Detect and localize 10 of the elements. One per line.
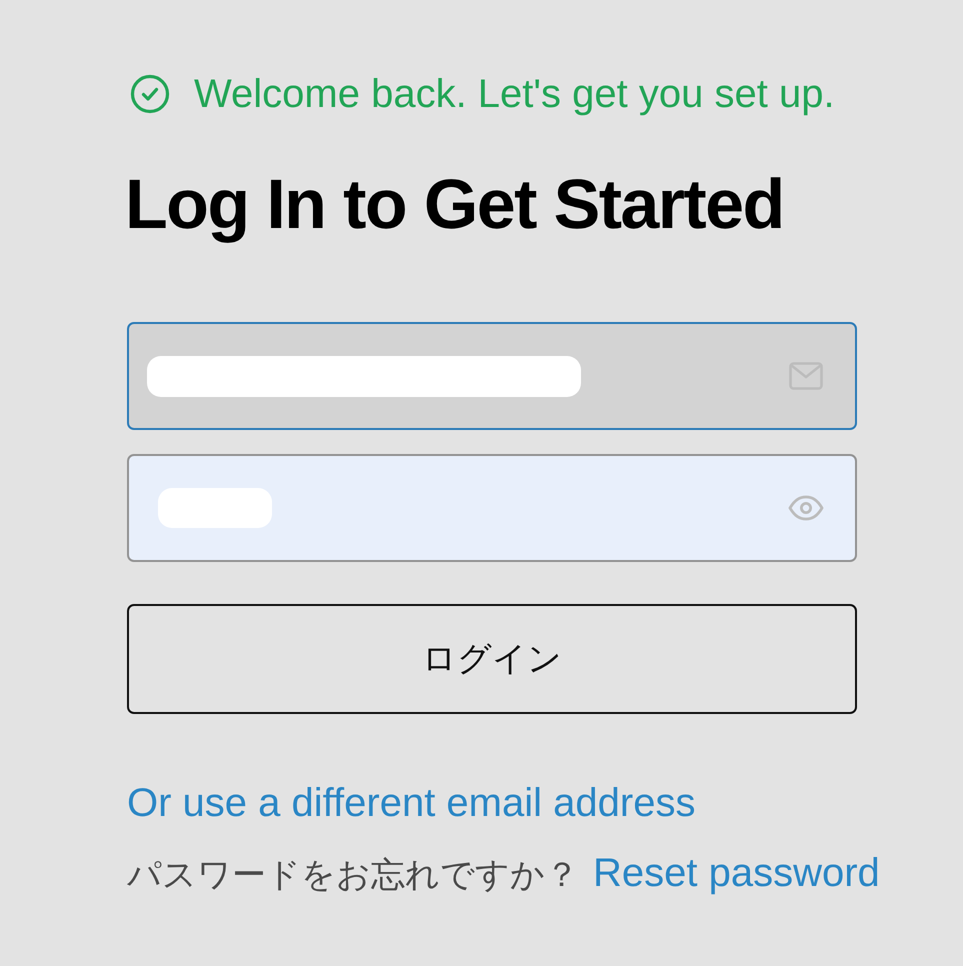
password-field[interactable] (127, 454, 857, 562)
email-field[interactable] (127, 322, 857, 430)
welcome-message: Welcome back. Let's get you set up. (194, 71, 835, 118)
check-circle-icon (130, 74, 170, 114)
reset-password-link[interactable]: Reset password (593, 851, 880, 895)
forgot-password-text: パスワードをお忘れですか？ (127, 855, 579, 896)
login-button[interactable]: ログイン (127, 604, 857, 714)
eye-icon[interactable] (788, 495, 824, 521)
different-email-link[interactable]: Or use a different email address (127, 781, 696, 825)
page-heading: Log In to Get Started (125, 164, 784, 244)
